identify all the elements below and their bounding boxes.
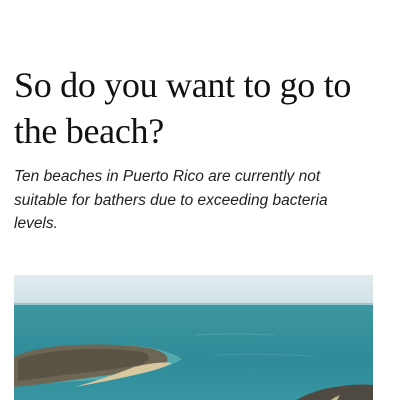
article: So do you want to go to the beach? Ten b… [0, 0, 400, 400]
article-headline: So do you want to go to the beach? [14, 65, 352, 151]
article-subheadline: Ten beaches in Puerto Rico are currently… [14, 168, 328, 232]
sky [14, 275, 373, 305]
hero-image [14, 275, 373, 400]
